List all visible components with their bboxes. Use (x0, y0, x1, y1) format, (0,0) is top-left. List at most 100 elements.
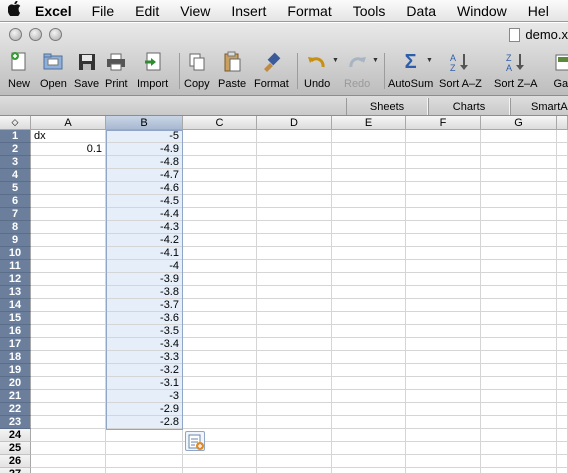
row-header[interactable]: 17 (0, 338, 31, 351)
grid-cell[interactable] (557, 338, 568, 351)
row-header[interactable]: 2 (0, 143, 31, 156)
grid-cell[interactable]: -3.9 (106, 273, 183, 286)
row-header[interactable]: 13 (0, 286, 31, 299)
row-header[interactable]: 26 (0, 455, 31, 468)
grid-cell[interactable] (183, 221, 257, 234)
grid-cell[interactable] (183, 364, 257, 377)
grid-cell[interactable] (332, 273, 406, 286)
grid-cell[interactable] (332, 182, 406, 195)
grid-cell[interactable] (183, 286, 257, 299)
grid-cell[interactable] (406, 312, 481, 325)
grid-cell[interactable] (406, 208, 481, 221)
row-header[interactable]: 16 (0, 325, 31, 338)
grid-cell[interactable] (31, 377, 106, 390)
gallery-button[interactable]: Gal (551, 51, 568, 95)
grid-cell[interactable] (481, 390, 557, 403)
spreadsheet-grid[interactable]: ◇ ABCDEFG 1 dx -5 2 0.1 -4.9 3 -4.8 4 -4.7 5 -4.6 6 -… (0, 116, 568, 473)
grid-cell[interactable] (406, 338, 481, 351)
column-header-g[interactable]: G (481, 116, 557, 130)
grid-cell[interactable] (406, 221, 481, 234)
grid-cell[interactable] (481, 195, 557, 208)
grid-cell[interactable] (257, 325, 332, 338)
grid-cell[interactable] (332, 286, 406, 299)
grid-cell[interactable]: -4.8 (106, 156, 183, 169)
menu-view[interactable]: View (180, 3, 210, 19)
row-header[interactable]: 24 (0, 429, 31, 442)
print-button[interactable]: Print (105, 51, 128, 95)
grid-cell[interactable] (481, 143, 557, 156)
grid-cell[interactable] (406, 260, 481, 273)
minimize-window-button[interactable] (29, 28, 42, 41)
grid-cell[interactable]: -4.7 (106, 169, 183, 182)
grid-cell[interactable] (481, 260, 557, 273)
menu-data[interactable]: Data (406, 3, 436, 19)
grid-cell[interactable] (332, 169, 406, 182)
grid-cell[interactable] (31, 195, 106, 208)
select-all-corner[interactable]: ◇ (0, 116, 31, 130)
row-header[interactable]: 4 (0, 169, 31, 182)
grid-cell[interactable] (183, 403, 257, 416)
grid-cell[interactable] (557, 182, 568, 195)
grid-cell[interactable] (481, 325, 557, 338)
grid-cell[interactable] (332, 416, 406, 429)
close-window-button[interactable] (9, 28, 22, 41)
tab-charts[interactable]: Charts (428, 98, 510, 115)
grid-cell[interactable] (557, 442, 568, 455)
grid-cell[interactable]: -3.6 (106, 312, 183, 325)
grid-cell[interactable] (257, 234, 332, 247)
grid-cell[interactable] (406, 286, 481, 299)
grid-cell[interactable] (31, 325, 106, 338)
grid-cell[interactable]: -3.7 (106, 299, 183, 312)
grid-cell[interactable] (481, 182, 557, 195)
grid-cell[interactable] (31, 390, 106, 403)
grid-cell[interactable] (332, 299, 406, 312)
grid-cell[interactable] (406, 247, 481, 260)
grid-cell[interactable] (332, 455, 406, 468)
row-header[interactable]: 22 (0, 403, 31, 416)
grid-cell[interactable] (557, 403, 568, 416)
grid-cell[interactable] (406, 364, 481, 377)
grid-cell[interactable] (332, 208, 406, 221)
row-header[interactable]: 10 (0, 247, 31, 260)
grid-cell[interactable] (31, 182, 106, 195)
grid-cell[interactable]: -4.4 (106, 208, 183, 221)
grid-cell[interactable] (406, 442, 481, 455)
grid-cell[interactable] (183, 338, 257, 351)
grid-cell[interactable]: -3 (106, 390, 183, 403)
row-header[interactable]: 21 (0, 390, 31, 403)
grid-cell[interactable] (183, 416, 257, 429)
grid-cell[interactable] (557, 208, 568, 221)
grid-cell[interactable] (406, 182, 481, 195)
grid-cell[interactable] (481, 221, 557, 234)
grid-cell[interactable] (406, 169, 481, 182)
grid-cell[interactable] (332, 429, 406, 442)
import-button[interactable]: Import (137, 51, 168, 95)
grid-cell[interactable] (406, 299, 481, 312)
sort-ascending-button[interactable]: AZ Sort A–Z (439, 51, 482, 95)
grid-cell[interactable] (257, 130, 332, 143)
column-header-e[interactable]: E (332, 116, 406, 130)
grid-cell[interactable] (406, 455, 481, 468)
grid-cell[interactable] (406, 416, 481, 429)
grid-cell[interactable] (183, 299, 257, 312)
grid-cell[interactable] (257, 351, 332, 364)
row-header[interactable]: 5 (0, 182, 31, 195)
grid-cell[interactable] (183, 208, 257, 221)
column-header-c[interactable]: C (183, 116, 257, 130)
grid-cell[interactable] (481, 130, 557, 143)
grid-cell[interactable] (31, 455, 106, 468)
grid-cell[interactable] (31, 364, 106, 377)
grid-cell[interactable] (257, 299, 332, 312)
grid-cell[interactable] (557, 364, 568, 377)
grid-cell[interactable]: dx (31, 130, 106, 143)
grid-cell[interactable] (481, 468, 557, 473)
grid-cell[interactable] (257, 260, 332, 273)
grid-cell[interactable] (183, 377, 257, 390)
grid-cell[interactable] (183, 312, 257, 325)
row-header[interactable]: 7 (0, 208, 31, 221)
row-header[interactable]: 23 (0, 416, 31, 429)
grid-cell[interactable] (257, 416, 332, 429)
new-button[interactable]: New (8, 51, 30, 95)
column-header-partial[interactable] (557, 116, 568, 130)
grid-cell[interactable]: -3.5 (106, 325, 183, 338)
